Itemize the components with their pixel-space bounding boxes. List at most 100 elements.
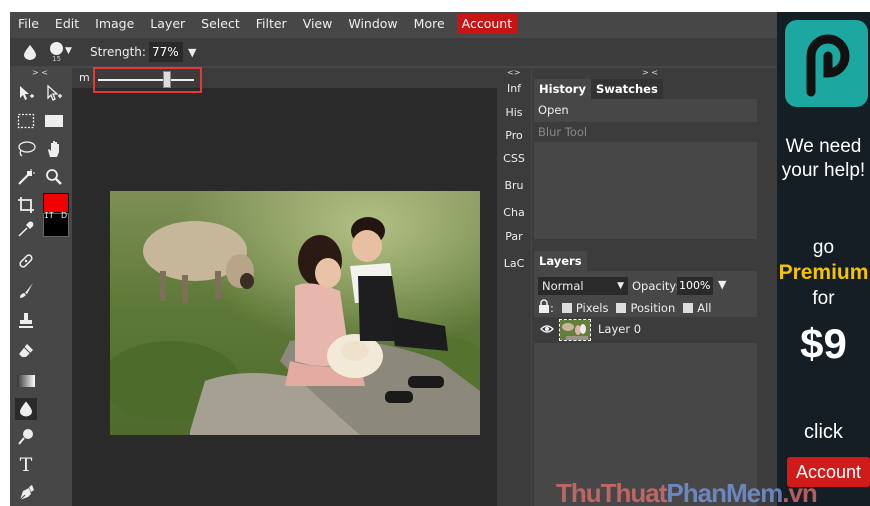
dodge-icon[interactable] <box>15 426 37 448</box>
strength-dropdown-icon[interactable]: ▼ <box>188 46 196 59</box>
chevron-down-icon: ▼ <box>65 46 72 56</box>
blur-tool-icon[interactable] <box>22 43 38 61</box>
lock-pixels-checkbox[interactable] <box>561 302 572 313</box>
menu-select[interactable]: Select <box>193 12 248 36</box>
canvas-photo[interactable] <box>110 191 480 435</box>
watermark-part1: ThuThuat <box>556 478 667 506</box>
lock-row: : Pixels Position All <box>538 299 712 316</box>
blend-mode-value: Normal <box>542 279 584 293</box>
panel-css-button[interactable]: CSS <box>497 148 531 170</box>
ad-premium: Premium <box>778 261 869 284</box>
ad-go: go <box>812 237 835 258</box>
blur-icon[interactable] <box>15 398 37 420</box>
stamp-icon[interactable] <box>15 310 37 332</box>
history-item[interactable]: Blur Tool <box>534 122 757 142</box>
right-panels: > < History Swatches Open Blur Tool Laye… <box>532 68 777 506</box>
lock-pixels-label: Pixels <box>575 300 609 315</box>
lock-colon: : <box>550 300 554 315</box>
rect-icon[interactable] <box>43 110 65 132</box>
menu-more[interactable]: More <box>406 12 453 36</box>
lock-position-checkbox[interactable] <box>616 302 627 313</box>
lock-all-label: All <box>697 300 712 315</box>
panel-properties-button[interactable]: Pro <box>497 125 531 147</box>
crop-icon[interactable] <box>15 194 37 216</box>
panel-brush-button[interactable]: Bru <box>497 175 531 197</box>
pen-icon[interactable] <box>15 482 37 504</box>
brush-preset-picker[interactable]: 15 ▼ <box>48 41 74 63</box>
strength-label: Strength: <box>90 45 146 59</box>
brush-size: 15 <box>52 55 61 63</box>
history-list: Open Blur Tool <box>534 99 757 239</box>
document-tab-label: m <box>79 71 90 84</box>
menu-edit[interactable]: Edit <box>47 12 87 36</box>
eraser-icon[interactable] <box>15 340 37 362</box>
marquee-icon[interactable] <box>15 110 37 132</box>
opacity-dropdown-icon[interactable]: ▼ <box>718 278 726 291</box>
text-icon[interactable]: T <box>15 454 37 476</box>
lasso-icon[interactable] <box>15 138 37 160</box>
layer-row[interactable]: Layer 0 <box>534 317 757 343</box>
move-icon[interactable] <box>15 82 37 104</box>
options-bar: 15 ▼ Strength: 77% ▼ <box>10 38 777 66</box>
menu-file[interactable]: File <box>10 12 47 36</box>
ad-for: for <box>812 288 835 309</box>
tab-history[interactable]: History <box>534 79 591 99</box>
hand-icon[interactable] <box>43 138 65 160</box>
history-item[interactable]: Open <box>538 103 569 117</box>
ad-sidebar: We need your help! go Premium for $9 cli… <box>777 12 870 506</box>
brush-icon[interactable] <box>15 280 37 302</box>
document-tab[interactable]: m <box>72 67 497 93</box>
swap-colors-icon[interactable]: IT <box>44 211 54 220</box>
menu-window[interactable]: Window <box>340 12 405 36</box>
history-panel-tabs: History Swatches <box>534 79 663 99</box>
toolbar-collapse-button[interactable]: > < <box>32 68 48 77</box>
menu-account-button[interactable]: Account <box>456 14 518 34</box>
menu-image[interactable]: Image <box>87 12 142 36</box>
layer-name[interactable]: Layer 0 <box>598 322 641 336</box>
default-colors-icon[interactable]: D <box>61 211 67 220</box>
layer-thumbnail[interactable] <box>559 319 591 341</box>
zoom-slider-track[interactable] <box>98 79 194 81</box>
zoom-icon[interactable] <box>43 166 65 188</box>
foreground-color-swatch[interactable] <box>43 193 69 213</box>
panel-info-button[interactable]: Inf <box>497 78 531 100</box>
panel-history-button[interactable]: His <box>497 102 531 124</box>
brush-dot-icon <box>50 42 63 55</box>
gradient-icon[interactable] <box>15 370 37 392</box>
watermark-part2: PhanMem <box>666 478 783 506</box>
zoom-slider-highlight <box>93 67 202 93</box>
eye-icon[interactable] <box>540 323 554 338</box>
heal-icon[interactable] <box>15 250 37 272</box>
panel-character-button[interactable]: Cha <box>497 202 531 224</box>
select-icon[interactable] <box>43 82 65 104</box>
canvas-area[interactable]: m <box>72 67 497 506</box>
tool-bar: > < IT D T <box>10 68 72 506</box>
menu-view[interactable]: View <box>295 12 341 36</box>
ad-price: $9 <box>800 320 847 367</box>
opacity-input[interactable]: 100% <box>677 277 713 295</box>
strength-input[interactable]: 77% <box>148 42 183 62</box>
blend-mode-select[interactable]: Normal ▼ <box>538 277 628 295</box>
ad-line2: your help! <box>781 160 866 181</box>
watermark-text: ThuThuatPhanMem.vn <box>556 478 818 506</box>
midpanel-collapse-button[interactable]: <> <box>507 68 520 77</box>
zoom-slider-handle[interactable] <box>163 71 171 88</box>
panel-switcher: <> Inf His Pro CSS Bru Cha Par LaC <box>497 68 531 506</box>
tab-swatches[interactable]: Swatches <box>590 79 663 99</box>
menu-filter[interactable]: Filter <box>248 12 295 36</box>
opacity-label: Opacity: <box>632 279 680 293</box>
panel-paragraph-button[interactable]: Par <box>497 226 531 248</box>
photopea-logo-icon <box>785 20 868 107</box>
menu-layer[interactable]: Layer <box>142 12 193 36</box>
tab-layers[interactable]: Layers <box>534 251 587 271</box>
photopea-app: File Edit Image Layer Select Filter View… <box>10 12 777 506</box>
layers-panel: Normal ▼ Opacity: 100% ▼ : Pixels Positi… <box>534 271 757 506</box>
watermark-part3: .vn <box>782 478 818 506</box>
rightpanel-collapse-button[interactable]: > < <box>642 68 658 77</box>
lock-all-checkbox[interactable] <box>683 302 694 313</box>
eyedropper-icon[interactable] <box>15 218 37 240</box>
panel-layer-comps-button[interactable]: LaC <box>497 253 531 275</box>
chevron-down-icon: ▼ <box>617 281 624 291</box>
wand-icon[interactable] <box>15 166 37 188</box>
ad-line1: We need <box>785 136 862 157</box>
